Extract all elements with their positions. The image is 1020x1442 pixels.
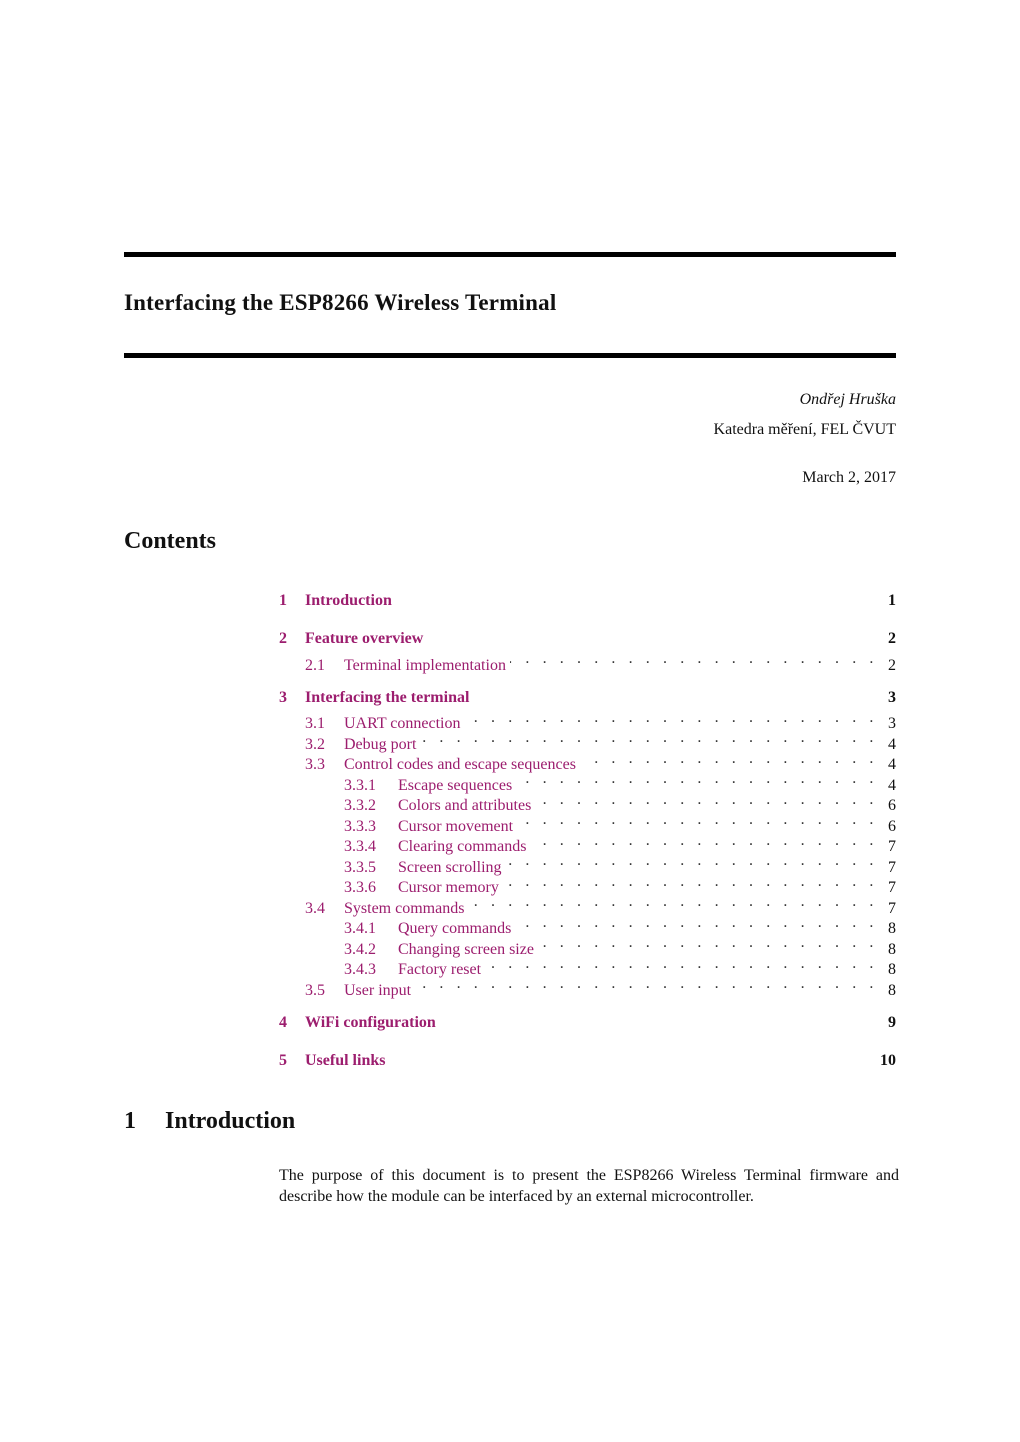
toc-dot-leader: [506, 851, 878, 872]
toc-entry[interactable]: 3.3.3Cursor movement6: [279, 810, 896, 835]
toc-entry[interactable]: 3.1UART connection3: [279, 708, 896, 732]
contents-heading: Contents: [124, 528, 217, 554]
title-rule-top: [124, 252, 896, 257]
section-number: 1: [124, 1108, 136, 1134]
toc-entry[interactable]: 3.3.1Escape sequences4: [279, 769, 896, 794]
introduction-paragraph: The purpose of this document is to prese…: [279, 1167, 899, 1205]
title-rule-bottom: [124, 353, 896, 358]
toc-dot-leader: [516, 769, 878, 790]
toc-entry-link[interactable]: User input: [344, 981, 411, 1002]
toc-entry[interactable]: 3.4.1Query commands8: [279, 913, 896, 937]
toc-entry[interactable]: 1 Introduction 1: [279, 590, 896, 611]
toc-entry[interactable]: 2.1Terminal implementation 2: [279, 649, 896, 674]
toc-entry-number[interactable]: 2.1: [305, 656, 344, 677]
toc-page-number: 8: [888, 981, 896, 999]
toc-page-number: 1: [888, 592, 896, 609]
toc-dot-leader: [530, 831, 878, 852]
toc-entry-link[interactable]: Useful links: [305, 1050, 385, 1071]
toc-dot-leader: [415, 974, 878, 995]
toc-dot-leader: [515, 913, 878, 934]
toc-entry[interactable]: 3.5User input 8: [279, 974, 896, 999]
toc-entry-number[interactable]: 4: [279, 1012, 305, 1033]
introduction-heading: 1 Introduction: [124, 1108, 295, 1135]
toc-dot-leader: [420, 728, 878, 749]
section-title: Introduction: [165, 1108, 296, 1134]
toc-entry-link[interactable]: Interfacing the terminal: [305, 687, 469, 708]
toc-dot-leader: [468, 892, 878, 913]
document-date: March 2, 2017: [802, 469, 896, 486]
toc-dot-leader: [517, 810, 878, 831]
table-of-contents: 1 Introduction 1 2 Feature overview 2 2.1 Termi…: [279, 590, 896, 1071]
toc-entry[interactable]: 3.4System commands7: [279, 892, 896, 917]
toc-entry-link[interactable]: WiFi configuration: [305, 1012, 436, 1033]
toc-dot-leader: [538, 933, 878, 954]
toc-entry[interactable]: 5 Useful links 10: [279, 1050, 896, 1071]
toc-entry-number[interactable]: 3: [279, 687, 305, 708]
toc-page-number: 3: [888, 688, 896, 706]
toc-entry-number[interactable]: 3.5: [305, 981, 344, 1002]
toc-dot-leader: [503, 872, 878, 893]
toc-entry[interactable]: 3.4.3Factory reset8: [279, 954, 896, 978]
author-affiliation: Katedra měření, FEL ČVUT: [713, 421, 896, 438]
toc-entry[interactable]: 3.3Control codes and escape sequences4: [279, 749, 896, 773]
toc-entry[interactable]: 3.3.5Screen scrolling7: [279, 851, 896, 876]
toc-page-number: 9: [888, 1013, 896, 1031]
toc-entry[interactable]: 4 WiFi configuration 9: [279, 1012, 896, 1033]
toc-entry-number[interactable]: 2: [279, 628, 305, 649]
toc-dot-leader: [510, 649, 878, 670]
toc-page-number: 2: [888, 656, 896, 674]
toc-entry[interactable]: 2 Feature overview 2: [279, 628, 896, 649]
toc-page-number: 10: [880, 1051, 896, 1069]
toc-entry-link[interactable]: Terminal implementation: [344, 656, 506, 677]
toc-entry[interactable]: 3.3.4Clearing commands7: [279, 831, 896, 855]
toc-entry-number[interactable]: 1: [279, 590, 305, 611]
toc-dot-leader: [485, 954, 878, 975]
toc-entry[interactable]: 3.3.6Cursor memory7: [279, 872, 896, 896]
toc-page-number: 2: [888, 630, 896, 647]
toc-dot-leader: [580, 749, 878, 770]
document-title: Interfacing the ESP8266 Wireless Termina…: [124, 290, 557, 315]
toc-entry[interactable]: 3.4.2Changing screen size8: [279, 933, 896, 958]
author-name: Ondřej Hruška: [799, 391, 896, 408]
toc-entry[interactable]: 3.3.2Colors and attributes6: [279, 790, 896, 814]
toc-entry[interactable]: 3.2Debug port4: [279, 728, 896, 753]
toc-entry-number[interactable]: 5: [279, 1050, 305, 1071]
toc-entry[interactable]: 3 Interfacing the terminal 3: [279, 687, 896, 708]
toc-dot-leader: [535, 790, 878, 811]
toc-dot-leader: [465, 708, 879, 729]
toc-entry-link[interactable]: Introduction: [305, 590, 392, 611]
toc-entry-link[interactable]: Feature overview: [305, 628, 423, 649]
